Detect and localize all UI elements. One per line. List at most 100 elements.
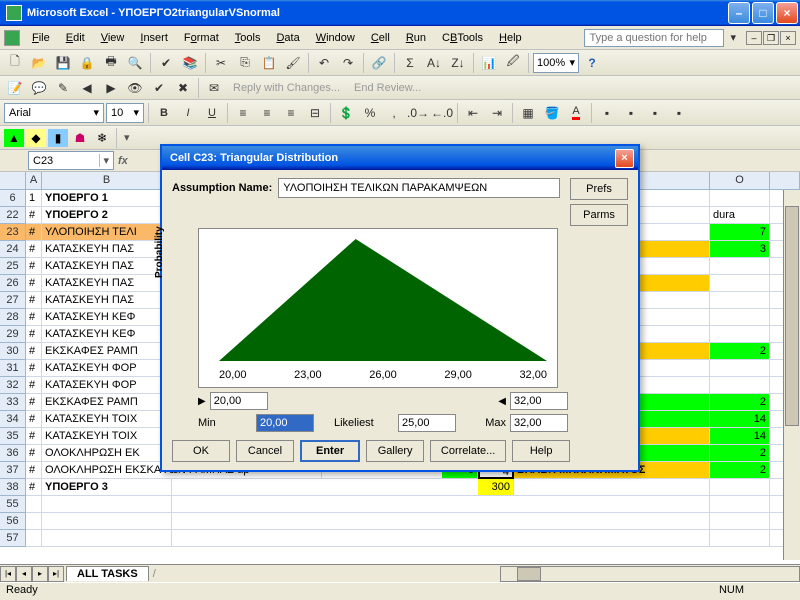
currency-icon[interactable]: 💲 xyxy=(335,102,357,124)
menu-file[interactable]: FFileile xyxy=(24,30,58,46)
bold-icon[interactable]: B xyxy=(153,102,175,124)
close-button[interactable]: × xyxy=(776,2,798,24)
assumption-name-input[interactable] xyxy=(278,178,560,198)
min-input[interactable] xyxy=(256,414,314,432)
row-header[interactable]: 31 xyxy=(0,360,26,377)
prev-comment-icon[interactable]: ◀ xyxy=(76,77,98,99)
paste-icon[interactable]: 📋 xyxy=(258,52,280,74)
row-header[interactable]: 55 xyxy=(0,496,26,513)
menu-cell[interactable]: Cell xyxy=(363,30,398,46)
max-input[interactable] xyxy=(510,414,568,432)
row-header[interactable]: 35 xyxy=(0,428,26,445)
row-header[interactable]: 57 xyxy=(0,530,26,547)
row-header[interactable]: 29 xyxy=(0,326,26,343)
enter-button[interactable]: Enter xyxy=(300,440,360,462)
row-header[interactable]: 24 xyxy=(0,241,26,258)
zoom-combo[interactable]: 100%▾ xyxy=(533,53,579,73)
misc4-icon[interactable]: ▪ xyxy=(668,102,690,124)
menu-run[interactable]: Run xyxy=(398,30,434,46)
prefs-button[interactable]: Prefs xyxy=(570,178,628,200)
range-left-input[interactable] xyxy=(210,392,268,410)
research-icon[interactable]: 📚 xyxy=(179,52,201,74)
hyperlink-icon[interactable]: 🔗 xyxy=(368,52,390,74)
borders-icon[interactable]: ▦ xyxy=(517,102,539,124)
align-right-icon[interactable]: ≡ xyxy=(280,102,302,124)
edit-comment-icon[interactable]: ✎ xyxy=(52,77,74,99)
name-box[interactable]: C23▾ xyxy=(28,151,114,170)
merge-center-icon[interactable]: ⊟ xyxy=(304,102,326,124)
permission-icon[interactable]: 🔒 xyxy=(76,52,98,74)
cb-define-forecast-icon[interactable]: ▮ xyxy=(48,129,68,147)
chart-wizard-icon[interactable]: 📊 xyxy=(478,52,500,74)
row-header[interactable]: 30 xyxy=(0,343,26,360)
cancel-button[interactable]: Cancel xyxy=(236,440,294,462)
likeliest-input[interactable] xyxy=(398,414,456,432)
decrease-decimal-icon[interactable]: ←.0 xyxy=(431,102,453,124)
format-painter-icon[interactable]: 🖌 xyxy=(282,52,304,74)
cut-icon[interactable]: ✂ xyxy=(210,52,232,74)
row-header[interactable]: 56 xyxy=(0,513,26,530)
help-dropdown-icon[interactable]: ▾ xyxy=(728,31,738,44)
table-row[interactable]: 57 xyxy=(0,530,800,547)
align-left-icon[interactable]: ≡ xyxy=(232,102,254,124)
last-sheet-icon[interactable]: ▸| xyxy=(48,566,64,582)
menu-format[interactable]: Format xyxy=(176,30,227,46)
row-header[interactable]: 25 xyxy=(0,258,26,275)
col-header-a[interactable]: A xyxy=(26,172,42,189)
first-sheet-icon[interactable]: |◂ xyxy=(0,566,16,582)
sort-asc-icon[interactable]: A↓ xyxy=(423,52,445,74)
table-row[interactable]: 38#ΥΠΟΕΡΓΟ 3300 xyxy=(0,479,800,496)
dialog-close-icon[interactable]: × xyxy=(615,149,634,168)
horizontal-scrollbar[interactable] xyxy=(500,566,800,582)
undo-icon[interactable]: ↶ xyxy=(313,52,335,74)
vertical-scrollbar[interactable] xyxy=(783,190,800,560)
ok-button[interactable]: OK xyxy=(172,440,230,462)
col-header-b[interactable]: B xyxy=(42,172,172,189)
print-icon[interactable]: 🖶 xyxy=(100,52,122,74)
col-header-p[interactable] xyxy=(770,172,800,189)
row-header[interactable]: 26 xyxy=(0,275,26,292)
cb-freeze-icon[interactable]: ❄ xyxy=(92,129,112,147)
right-grabber-icon[interactable]: ◀ xyxy=(498,396,506,407)
misc2-icon[interactable]: ▪ xyxy=(620,102,642,124)
row-header[interactable]: 36 xyxy=(0,445,26,462)
send-mail-icon[interactable]: ✉ xyxy=(203,77,225,99)
sheet-tab-alltasks[interactable]: ALL TASKS xyxy=(66,566,149,581)
correlate-button[interactable]: Correlate... xyxy=(430,440,506,462)
new-icon[interactable]: 🗋 xyxy=(4,52,26,74)
menu-insert[interactable]: Insert xyxy=(132,30,176,46)
menu-edit[interactable]: Edit xyxy=(58,30,93,46)
prev-sheet-icon[interactable]: ◂ xyxy=(16,566,32,582)
row-header[interactable]: 38 xyxy=(0,479,26,496)
reject-icon[interactable]: ✖ xyxy=(172,77,194,99)
misc3-icon[interactable]: ▪ xyxy=(644,102,666,124)
row-header[interactable]: 27 xyxy=(0,292,26,309)
row-header[interactable]: 28 xyxy=(0,309,26,326)
spelling-icon[interactable]: ✔ xyxy=(155,52,177,74)
help-search-input[interactable] xyxy=(584,29,724,47)
misc1-icon[interactable]: ▪ xyxy=(596,102,618,124)
accept-icon[interactable]: ✔ xyxy=(148,77,170,99)
fill-color-icon[interactable]: 🪣 xyxy=(541,102,563,124)
parms-button[interactable]: Parms xyxy=(570,204,628,226)
row-header[interactable]: 6 xyxy=(0,190,26,207)
comma-icon[interactable]: , xyxy=(383,102,405,124)
next-comment-icon[interactable]: ▶ xyxy=(100,77,122,99)
row-header[interactable]: 32 xyxy=(0,377,26,394)
align-center-icon[interactable]: ≡ xyxy=(256,102,278,124)
underline-icon[interactable]: U xyxy=(201,102,223,124)
range-right-input[interactable] xyxy=(510,392,568,410)
cb-dropdown-icon[interactable]: ▾ xyxy=(121,131,133,144)
row-header[interactable]: 22 xyxy=(0,207,26,224)
sort-desc-icon[interactable]: Z↓ xyxy=(447,52,469,74)
row-header[interactable]: 37 xyxy=(0,462,26,479)
mdi-restore-button[interactable]: ❐ xyxy=(763,31,779,45)
mdi-close-button[interactable]: × xyxy=(780,31,796,45)
percent-icon[interactable]: % xyxy=(359,102,381,124)
maximize-button[interactable]: □ xyxy=(752,2,774,24)
workbook-icon[interactable] xyxy=(4,30,20,46)
menu-window[interactable]: Window xyxy=(308,30,363,46)
fx-icon[interactable]: fx xyxy=(118,155,128,167)
help-icon[interactable]: ? xyxy=(581,52,603,74)
copy-icon[interactable]: ⎘ xyxy=(234,52,256,74)
